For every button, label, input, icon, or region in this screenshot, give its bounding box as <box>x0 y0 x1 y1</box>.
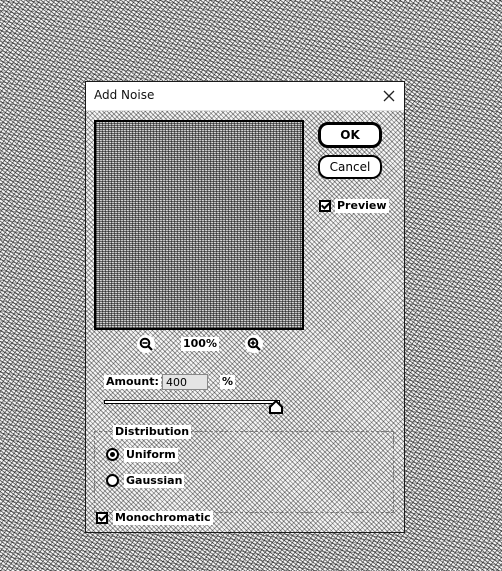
distribution-label: Distribution <box>113 425 192 439</box>
close-icon <box>383 90 395 102</box>
uniform-radio[interactable] <box>106 448 119 461</box>
amount-unit: % <box>220 375 236 389</box>
dialog-body: OK Cancel Preview 100% Amount: % <box>86 111 404 532</box>
zoom-level: 100% <box>181 337 219 351</box>
cancel-button[interactable]: Cancel <box>318 155 382 179</box>
zoom-out-icon <box>139 337 153 351</box>
zoom-out-button[interactable] <box>137 335 155 353</box>
title-bar: Add Noise <box>86 82 404 111</box>
preview-label: Preview <box>335 199 389 213</box>
amount-slider-thumb[interactable] <box>269 400 283 414</box>
amount-label: Amount: <box>104 375 161 389</box>
amount-slider-track[interactable] <box>104 400 280 404</box>
preview-pane[interactable] <box>94 120 304 330</box>
amount-input[interactable] <box>162 374 208 390</box>
close-button[interactable] <box>374 82 404 110</box>
monochromatic-checkbox[interactable] <box>96 512 108 524</box>
dialog-title: Add Noise <box>94 88 155 102</box>
zoom-in-button[interactable] <box>245 335 263 353</box>
ok-button[interactable]: OK <box>318 122 382 148</box>
zoom-in-icon <box>247 337 261 351</box>
monochromatic-label: Monochromatic <box>113 511 213 525</box>
add-noise-dialog: Add Noise OK Cancel Preview 100% Amount:… <box>85 81 405 533</box>
gaussian-label: Gaussian <box>124 474 185 488</box>
gaussian-radio[interactable] <box>106 474 119 487</box>
distribution-group <box>94 431 394 513</box>
uniform-label: Uniform <box>124 448 178 462</box>
preview-checkbox[interactable] <box>319 200 331 212</box>
